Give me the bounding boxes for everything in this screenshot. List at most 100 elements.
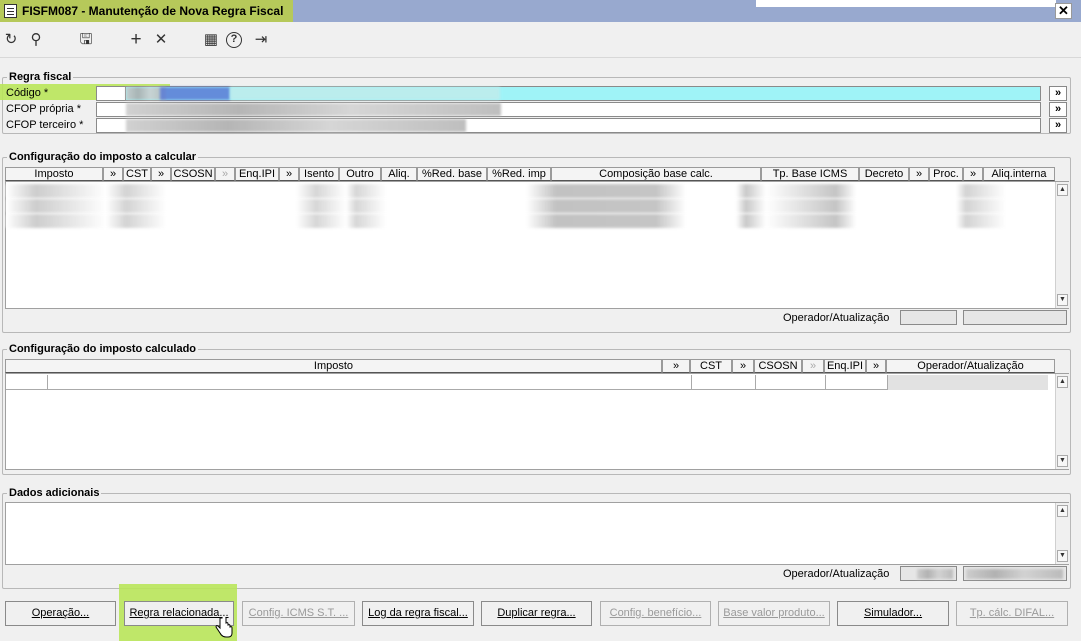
operador-redacted	[917, 569, 953, 579]
imposto-a-calcular-grid[interactable]: ▲ ▼	[5, 181, 1069, 309]
cfop-propria-lookup-button[interactable]: »	[1049, 102, 1067, 117]
col-red-base[interactable]: %Red. base	[417, 167, 487, 181]
col-isento[interactable]: Isento	[299, 167, 339, 181]
tp-calc-difal-button-label: Tp. cálc. DIFAL...	[969, 607, 1055, 619]
codigo-desc	[230, 87, 500, 100]
scroll-down-icon[interactable]: ▼	[1057, 550, 1068, 562]
col-imposto[interactable]: Imposto	[5, 167, 103, 181]
calendar-icon[interactable]: ▦	[201, 30, 221, 50]
toolbar: ↻ ⚲ 🖫 + ✕ ▦ ? ⇥	[0, 22, 1081, 58]
operacao-button[interactable]: Operação...	[5, 601, 116, 626]
codigo-lookup-button[interactable]: »	[1049, 86, 1067, 101]
duplicar-regra-button-label: Duplicar regra...	[497, 607, 576, 619]
delete-icon[interactable]: ✕	[151, 30, 171, 50]
table-row[interactable]	[6, 214, 1006, 228]
col-enqipi-calc[interactable]: Enq.IPI	[824, 359, 866, 373]
cell-divider	[691, 375, 692, 390]
col-imposto-calc-lookup[interactable]: »	[662, 359, 690, 373]
col-imposto-lookup[interactable]: »	[103, 167, 123, 181]
col-enqipi-calc-lookup[interactable]: »	[866, 359, 886, 373]
tp-calc-difal-button[interactable]: Tp. cálc. DIFAL...	[956, 601, 1068, 626]
app-icon	[4, 4, 17, 18]
col-decreto[interactable]: Decreto	[859, 167, 909, 181]
regra-fiscal-legend: Regra fiscal	[7, 71, 74, 83]
imposto-calculado-header: Imposto » CST » CSOSN » Enq.IPI » Operad…	[5, 359, 1055, 373]
duplicar-regra-button[interactable]: Duplicar regra...	[481, 601, 592, 626]
col-cst-calc[interactable]: CST	[690, 359, 732, 373]
cfop-propria-label: CFOP própria *	[6, 103, 81, 115]
base-valor-produto-button[interactable]: Base valor produto...	[718, 601, 830, 626]
imposto-a-calcular-legend: Configuração do imposto a calcular	[7, 151, 199, 163]
col-imposto-calc[interactable]: Imposto	[5, 359, 662, 373]
scroll-up-icon[interactable]: ▲	[1057, 505, 1068, 517]
col-outro[interactable]: Outro	[339, 167, 381, 181]
col-cst[interactable]: CST	[123, 167, 151, 181]
scroll-down-icon[interactable]: ▼	[1057, 294, 1068, 306]
col-proc[interactable]: Proc.	[929, 167, 963, 181]
table-row[interactable]	[6, 199, 1006, 213]
col-operador-calc[interactable]: Operador/Atualização	[886, 359, 1055, 373]
dados-adicionais-scrollbar[interactable]: ▲ ▼	[1055, 503, 1069, 564]
config-icms-st-button-label: Config. ICMS S.T. ...	[248, 607, 349, 619]
simulador-button-label: Simulador...	[863, 607, 923, 619]
config-beneficio-button[interactable]: Config. benefício...	[600, 601, 711, 626]
col-enqipi-lookup[interactable]: »	[279, 167, 299, 181]
atualizacao-field-1	[963, 310, 1067, 325]
imposto-calculado-legend: Configuração do imposto calculado	[7, 343, 199, 355]
scroll-down-icon[interactable]: ▼	[1057, 455, 1068, 467]
cfop-terceiro-lookup-button[interactable]: »	[1049, 118, 1067, 133]
title-bar: FISFM087 - Manutenção de Nova Regra Fisc…	[0, 0, 1081, 22]
col-csosn-calc-lookup[interactable]: »	[802, 359, 824, 373]
operador-label-2: Operador/Atualização	[783, 568, 890, 580]
col-cst-calc-lookup[interactable]: »	[732, 359, 754, 373]
close-button[interactable]: ✕	[1055, 3, 1072, 19]
save-icon[interactable]: 🖫	[76, 30, 96, 50]
col-decreto-lookup[interactable]: »	[909, 167, 929, 181]
scroll-up-icon[interactable]: ▲	[1057, 376, 1068, 388]
row-indicator	[6, 375, 48, 390]
codigo-label: Código *	[6, 87, 49, 99]
col-enqipi[interactable]: Enq.IPI	[235, 167, 279, 181]
col-tp-base-icms[interactable]: Tp. Base ICMS	[761, 167, 859, 181]
config-beneficio-button-label: Config. benefício...	[609, 607, 702, 619]
config-icms-st-button[interactable]: Config. ICMS S.T. ...	[242, 601, 355, 626]
title-strip	[756, 0, 1056, 7]
scroll-up-icon[interactable]: ▲	[1057, 184, 1068, 196]
cell-divider	[755, 375, 756, 390]
col-proc-lookup[interactable]: »	[963, 167, 983, 181]
table-row[interactable]	[6, 184, 1006, 198]
hand-cursor-icon	[215, 617, 233, 638]
col-csosn-calc[interactable]: CSOSN	[754, 359, 802, 373]
add-icon[interactable]: +	[126, 30, 146, 50]
simulador-button[interactable]: Simulador...	[837, 601, 949, 626]
log-regra-fiscal-button[interactable]: Log da regra fiscal...	[362, 601, 474, 626]
operacao-button-label: Operação...	[31, 607, 90, 619]
dados-adicionais-legend: Dados adicionais	[7, 487, 102, 499]
dados-adicionais-textarea[interactable]: ▲ ▼	[5, 502, 1069, 565]
imposto-a-calcular-scrollbar[interactable]: ▲ ▼	[1055, 182, 1069, 308]
col-aliq-interna[interactable]: Aliq.interna	[983, 167, 1055, 181]
col-csosn-lookup[interactable]: »	[215, 167, 235, 181]
base-valor-produto-button-label: Base valor produto...	[723, 607, 825, 619]
log-regra-fiscal-button-label: Log da regra fiscal...	[368, 607, 468, 619]
operador-label-1: Operador/Atualização	[783, 312, 890, 324]
exit-icon[interactable]: ⇥	[251, 30, 271, 50]
codigo-selection	[160, 87, 230, 100]
col-red-imp[interactable]: %Red. imp	[487, 167, 551, 181]
col-composicao[interactable]: Composição base calc.	[551, 167, 761, 181]
col-aliq[interactable]: Aliq.	[381, 167, 417, 181]
imposto-calculado-scrollbar[interactable]: ▲ ▼	[1055, 374, 1069, 469]
help-icon[interactable]: ?	[226, 32, 242, 48]
search-icon[interactable]: ⚲	[26, 30, 46, 50]
cfop-propria-redacted	[126, 103, 501, 116]
operador-field-1	[900, 310, 957, 325]
codigo-code[interactable]	[96, 86, 126, 101]
col-csosn[interactable]: CSOSN	[171, 167, 215, 181]
imposto-a-calcular-header: Imposto » CST » CSOSN » Enq.IPI » Isento…	[5, 167, 1055, 181]
imposto-calculado-grid[interactable]: ▲ ▼	[5, 373, 1069, 470]
cfop-terceiro-redacted	[126, 119, 466, 132]
col-cst-lookup[interactable]: »	[151, 167, 171, 181]
refresh-icon[interactable]: ↻	[1, 30, 21, 50]
window-title: FISFM087 - Manutenção de Nova Regra Fisc…	[22, 4, 284, 18]
table-row[interactable]	[6, 375, 1048, 390]
